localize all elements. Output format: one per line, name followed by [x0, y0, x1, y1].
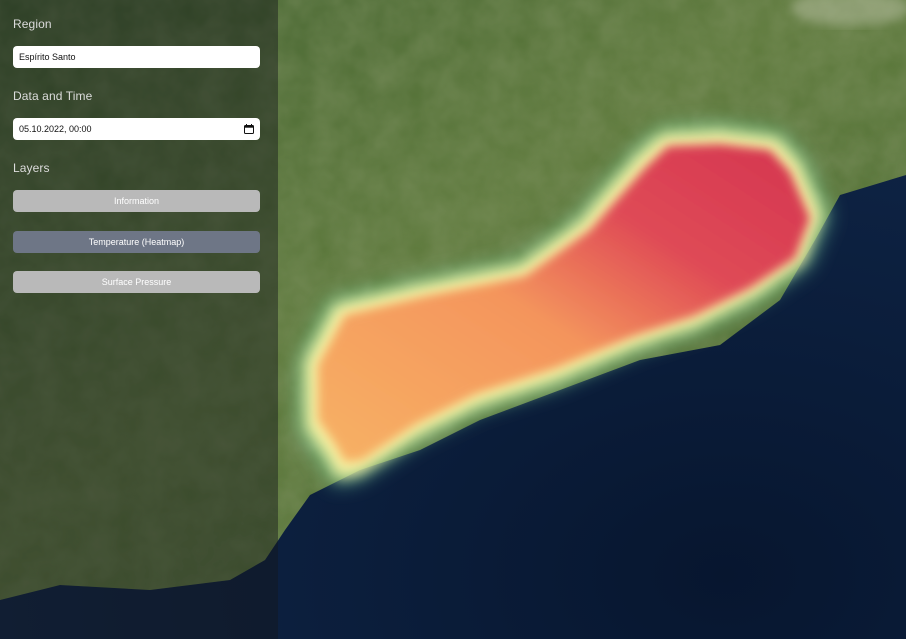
region-input[interactable]: Espírito Santo — [13, 46, 260, 68]
datetime-label: Data and Time — [13, 89, 93, 103]
datetime-input-value: 05.10.2022, 00:00 — [19, 124, 92, 134]
layer-button-information[interactable]: Information — [13, 190, 260, 212]
region-input-value: Espírito Santo — [19, 52, 76, 62]
layer-button-temperature-heatmap[interactable]: Temperature (Heatmap) — [13, 231, 260, 253]
region-label: Region — [13, 17, 52, 31]
sidebar-panel: Region Espírito Santo Data and Time 05.1… — [0, 0, 278, 639]
calendar-icon[interactable] — [244, 124, 254, 134]
layer-button-surface-pressure[interactable]: Surface Pressure — [13, 271, 260, 293]
datetime-input[interactable]: 05.10.2022, 00:00 — [13, 118, 260, 140]
layers-label: Layers — [13, 161, 50, 175]
app-root: Region Espírito Santo Data and Time 05.1… — [0, 0, 906, 639]
